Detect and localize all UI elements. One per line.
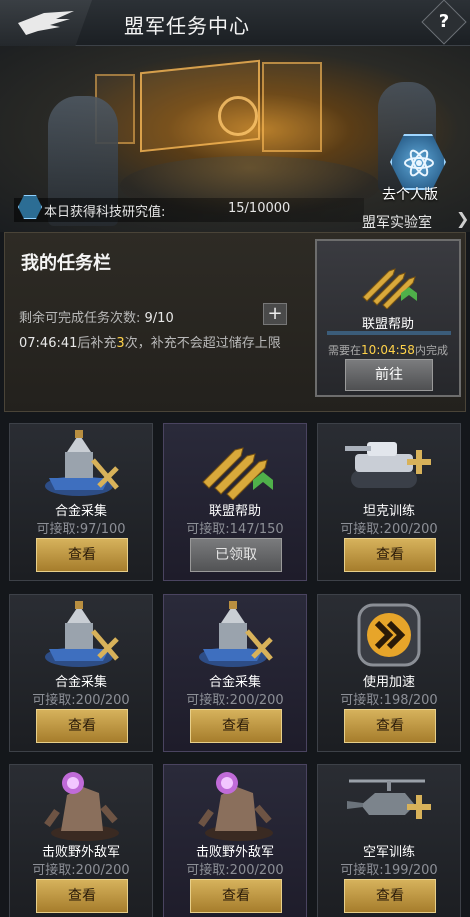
task-card: 坦克训练可接取:200/200 查看 — [317, 423, 461, 581]
refill-mid: 后补充 — [77, 336, 117, 351]
refill-tail: 次，补充不会超过储存上限 — [124, 336, 281, 351]
task-card-name: 击败野外敌军 — [195, 845, 274, 860]
view-button[interactable]: 查看 — [36, 709, 128, 743]
bullets-icon — [357, 257, 421, 313]
featured-task-card: 联盟帮助 需要在10:04:58内完成 前往 — [315, 239, 461, 397]
helicopter-icon — [345, 771, 435, 841]
bullets-icon — [191, 430, 281, 501]
speedup-icon — [345, 601, 435, 671]
view-button[interactable]: 查看 — [36, 538, 128, 572]
view-button[interactable]: 查看 — [344, 709, 436, 743]
view-button[interactable]: 查看 — [344, 879, 436, 913]
eagle-logo-icon — [0, 0, 92, 46]
task-card-name: 合金采集 — [54, 504, 107, 519]
science-value: 15/10000 — [228, 201, 291, 216]
remaining-count: 剩余可完成任务次数: 9/10 — [19, 307, 174, 326]
view-button[interactable]: 查看 — [36, 879, 128, 913]
science-label: 本日获得科技研究值: — [44, 205, 166, 220]
question-icon: ? — [438, 11, 450, 32]
task-card-progress: 可接取:147/150 — [186, 522, 284, 537]
task-card-progress: 可接取:200/200 — [186, 863, 284, 878]
task-card-progress: 可接取:200/200 — [32, 863, 130, 878]
task-card-name: 使用加速 — [362, 675, 415, 690]
task-card-progress: 可接取:200/200 — [340, 522, 438, 537]
refill-time: 07:46:41 — [19, 336, 78, 351]
add-count-button[interactable]: + — [263, 303, 287, 325]
view-button[interactable]: 查看 — [190, 709, 282, 743]
deadline-time: 10:04:58 — [361, 343, 415, 357]
claimed-button[interactable]: 已领取 — [190, 538, 282, 572]
task-card-name: 合金采集 — [54, 675, 107, 690]
chevron-right-icon[interactable]: ❯ — [456, 209, 469, 228]
holo-screen-image — [262, 62, 322, 152]
science-atom-icon — [18, 195, 42, 219]
task-card-name: 合金采集 — [208, 675, 261, 690]
task-card-progress: 可接取:200/200 — [32, 693, 130, 708]
remaining-value: 9/10 — [144, 311, 174, 326]
mutant-enemy-icon — [37, 771, 127, 841]
tank-icon — [345, 430, 435, 500]
refill-count: 3 — [116, 336, 125, 351]
personal-version-link[interactable]: 去个人版 — [382, 184, 438, 204]
task-card-progress: 可接取:198/200 — [340, 693, 438, 708]
task-card: 空军训练可接取:199/200 查看 — [317, 764, 461, 917]
alloy-extractor-icon — [37, 601, 127, 671]
task-card-name: 空军训练 — [362, 845, 415, 860]
mutant-enemy-icon — [191, 771, 281, 841]
page-title: 盟军任务中心 — [124, 14, 250, 38]
help-button[interactable]: ? — [421, 0, 467, 45]
my-task-panel: 我的任务栏 剩余可完成任务次数: 9/10 + 07:46:41后补充3次，补充… — [4, 232, 466, 412]
holo-ring-image — [218, 96, 258, 136]
task-card: 合金采集可接取:200/200 查看 — [9, 594, 153, 752]
task-card: 击败野外敌军 可接取:200/200 查看 — [163, 764, 307, 917]
alloy-extractor-icon — [191, 601, 281, 671]
view-button[interactable]: 查看 — [344, 538, 436, 572]
refill-timer: 07:46:41后补充3次，补充不会超过储存上限 — [19, 332, 281, 351]
task-card-name: 坦克训练 — [362, 504, 415, 519]
task-card-progress: 可接取:200/200 — [186, 693, 284, 708]
featured-task-name: 联盟帮助 — [361, 317, 414, 332]
go-button[interactable]: 前往 — [345, 359, 433, 391]
task-card: 使用加速可接取:198/200 查看 — [317, 594, 461, 752]
deadline-suffix: 内完成 — [414, 344, 448, 357]
alloy-extractor-icon — [37, 430, 127, 500]
task-card-name: 击败野外敌军 — [41, 845, 120, 860]
task-card: 合金采集可接取:97/100 查看 — [9, 423, 153, 581]
alliance-lab-link[interactable]: 盟军实验室 — [362, 212, 432, 232]
view-button[interactable]: 查看 — [190, 879, 282, 913]
featured-deadline: 需要在10:04:58内完成 — [317, 342, 459, 358]
header-bar: 盟军任务中心 ? — [0, 0, 470, 46]
task-card: 击败野外敌军 可接取:200/200 查看 — [9, 764, 153, 917]
deadline-prefix: 需要在 — [328, 344, 362, 357]
task-card-progress: 可接取:97/100 — [36, 522, 126, 537]
featured-progress-bar — [327, 331, 451, 335]
science-progress-row: 本日获得科技研究值: 15/10000 — [14, 195, 364, 222]
task-card-progress: 可接取:199/200 — [340, 863, 438, 878]
my-task-title: 我的任务栏 — [21, 253, 111, 274]
remaining-label: 剩余可完成任务次数: — [19, 311, 141, 326]
task-card: 联盟帮助可接取:147/150 已领取 — [163, 423, 307, 581]
lab-banner: 去个人版 本日获得科技研究值: 15/10000 盟军实验室 ❯ — [0, 46, 470, 232]
task-card-name: 联盟帮助 — [208, 504, 261, 519]
task-card: 合金采集可接取:200/200 查看 — [163, 594, 307, 752]
